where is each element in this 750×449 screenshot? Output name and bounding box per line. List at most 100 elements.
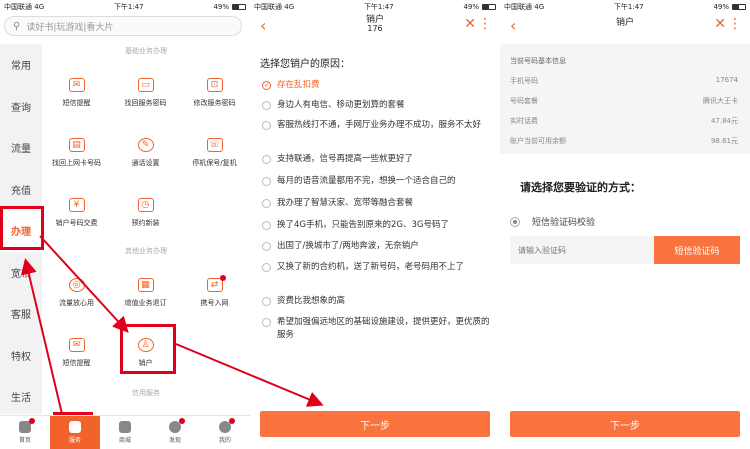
battery-status: 49%	[713, 3, 746, 11]
reason-option[interactable]: 我办理了智慧沃家、宽带等融合套餐	[262, 197, 492, 210]
reason-label: 我办理了智慧沃家、宽带等融合套餐	[277, 198, 414, 208]
grid-item-find-card-number[interactable]: ▤ 找回上网卡号码	[42, 138, 111, 168]
radio-button[interactable]	[262, 155, 271, 164]
verify-method-title: 请选择您要验证的方式：	[520, 181, 641, 194]
grid-item-sms-reminder[interactable]: ✉ 短信提醒	[42, 78, 111, 108]
grid-item-reserve-install[interactable]: ◷ 预约新装	[111, 198, 180, 228]
grid-label: 短信提醒	[62, 359, 91, 367]
info-row-charges: 实时话费 47.84元	[510, 116, 738, 126]
sidebar-item-broadband[interactable]: 宽带	[0, 252, 42, 294]
grid-label: 通话设置	[131, 159, 160, 167]
reason-label: 希望加强偏远地区的基础设施建设，提供更好，更优质的服务	[277, 317, 490, 340]
grid-item-sms-reminder-2[interactable]: ✉ 短信提醒	[42, 338, 111, 368]
tab-mall[interactable]: 商城	[100, 416, 150, 449]
home-icon	[19, 418, 35, 433]
reason-option[interactable]: 客服热线打不通，手网厅业务办理不成功，服务不太好	[262, 119, 492, 132]
radio-button[interactable]	[262, 263, 271, 272]
grid-label: 找回上网卡号码	[52, 159, 101, 167]
reason-option[interactable]: 出国了/换城市了/两地奔波，无奈销户	[262, 240, 492, 253]
highlight-cancel-item	[120, 324, 176, 374]
radio-button[interactable]	[262, 121, 271, 130]
grid-label: 携号入网	[200, 299, 229, 307]
info-label: 账户当前可用余额	[510, 137, 566, 145]
grid-item-unsubscribe[interactable]: ▦ 增值业务退订	[111, 278, 180, 308]
verification-screen: 中国联通 4G 下午1:47 49% ‹ 销户 ✕ ⋮ 当前号码基本信息 手机号…	[500, 0, 750, 449]
carrier-label: 中国联通 4G	[4, 3, 45, 11]
reason-label: 身边人有电信、移动更划算的套餐	[277, 100, 405, 110]
reason-option[interactable]: 又换了新的合约机，送了新号码，老号码用不上了	[262, 261, 492, 274]
radio-button[interactable]	[510, 216, 520, 227]
tab-home[interactable]: 首页	[0, 416, 50, 449]
bottom-tab-bar: 首页 服务 商城 发现 我的	[0, 415, 250, 449]
grid-item-call-settings[interactable]: ✎ 通话设置	[111, 138, 180, 168]
reason-question: 选择您销户的原因：	[260, 59, 350, 70]
clock: 下午1:47	[113, 3, 144, 11]
grid-label: 短信提醒	[62, 99, 91, 107]
message-icon: ✉	[68, 338, 85, 352]
grid-item-port-in[interactable]: ⇄ 携号入网	[180, 275, 249, 308]
reason-option[interactable]: 存在乱扣费	[262, 79, 492, 92]
status-bar: 中国联通 4G 下午1:47 49%	[0, 0, 250, 14]
next-button[interactable]: 下一步	[510, 411, 740, 437]
info-value: 腾讯大王卡	[703, 97, 738, 105]
tab-mine[interactable]: 我的	[200, 416, 250, 449]
more-icon[interactable]: ⋮	[728, 16, 742, 32]
clock: 下午1:47	[613, 3, 644, 11]
grid-item-find-password[interactable]: ▭ 找回服务密码	[111, 78, 180, 108]
carrier-label: 中国联通 4G	[254, 3, 295, 11]
info-row-phone: 手机号码 17674	[510, 76, 738, 86]
reason-option[interactable]: 资费比我想象的高	[262, 295, 492, 308]
radio-button[interactable]	[262, 199, 271, 208]
sidebar-item-service[interactable]: 客服	[0, 293, 42, 335]
radio-button[interactable]	[262, 242, 271, 251]
option-label: 短信验证码校验	[532, 218, 596, 228]
grid-item-change-password[interactable]: ⊡ 修改服务密码	[180, 78, 249, 108]
battery-icon	[732, 4, 746, 10]
reason-label: 换了4G手机，只能告别原来的2G、3G号码了	[277, 220, 449, 230]
lock-icon: ⊡	[206, 78, 223, 92]
radio-button[interactable]	[262, 79, 271, 92]
radio-button[interactable]	[262, 177, 271, 186]
sidebar-item-query[interactable]: 查询	[0, 86, 42, 128]
next-button[interactable]: 下一步	[260, 411, 490, 437]
battery-status: 49%	[463, 3, 496, 11]
sms-verify-option[interactable]: 短信验证码校验	[510, 215, 595, 228]
grid-item-cancelled-payment[interactable]: ¥ 销户号码交费	[42, 198, 111, 228]
verification-code-input[interactable]	[510, 236, 654, 264]
sidebar-item-life[interactable]: 生活	[0, 376, 42, 418]
info-value: 47.84元	[710, 117, 738, 125]
message-icon: ✉	[68, 78, 85, 92]
radio-button[interactable]	[262, 318, 271, 327]
radio-button[interactable]	[262, 101, 271, 110]
reason-option[interactable]: 换了4G手机，只能告别原来的2G、3G号码了	[262, 219, 492, 232]
carrier-label: 中国联通 4G	[504, 3, 545, 11]
sidebar-item-data[interactable]: 流量	[0, 127, 42, 169]
sidebar-item-common[interactable]: 常用	[0, 44, 42, 86]
radio-button[interactable]	[262, 297, 271, 306]
tab-discover[interactable]: 发现	[150, 416, 200, 449]
reason-label: 出国了/换城市了/两地奔波，无奈销户	[277, 241, 419, 251]
document-icon: ▦	[137, 278, 154, 292]
reason-option[interactable]: 希望加强偏远地区的基础设施建设，提供更好，更优质的服务	[262, 316, 492, 342]
close-icon[interactable]: ✕	[714, 16, 726, 32]
more-icon[interactable]: ⋮	[478, 16, 492, 32]
reason-option[interactable]: 支持联通，信号再提高一些就更好了	[262, 153, 492, 166]
radio-button[interactable]	[262, 221, 271, 230]
highlight-handle-tab	[0, 206, 44, 250]
tab-label: 服务	[68, 437, 81, 444]
reason-label: 存在乱扣费	[277, 80, 320, 90]
reason-option[interactable]: 每月的语音流量都用不完，想换一个适合自己的	[262, 175, 492, 188]
nav-header: ‹ 销户 176 ✕ ⋮	[250, 12, 500, 42]
search-bar[interactable]: ⚲ 读好书|玩游戏|看大片	[4, 16, 242, 36]
sidebar-item-recharge[interactable]: 充值	[0, 169, 42, 211]
reason-option[interactable]: 身边人有电信、移动更划算的套餐	[262, 99, 492, 112]
tab-service[interactable]: 服务	[50, 416, 100, 449]
grid-item-suspend-resume[interactable]: ☏ 停机保号/复机	[180, 138, 249, 168]
close-icon[interactable]: ✕	[464, 16, 476, 32]
reason-label: 客服热线打不通，手网厅业务办理不成功，服务不太好	[277, 120, 482, 130]
send-sms-code-button[interactable]: 短信验证码	[654, 236, 740, 264]
sim-icon: ▤	[68, 138, 85, 152]
sidebar-item-privilege[interactable]: 特权	[0, 335, 42, 377]
clock-icon: ◷	[137, 198, 154, 212]
grid-item-data-assured[interactable]: ◎ 流量放心用	[42, 278, 111, 308]
